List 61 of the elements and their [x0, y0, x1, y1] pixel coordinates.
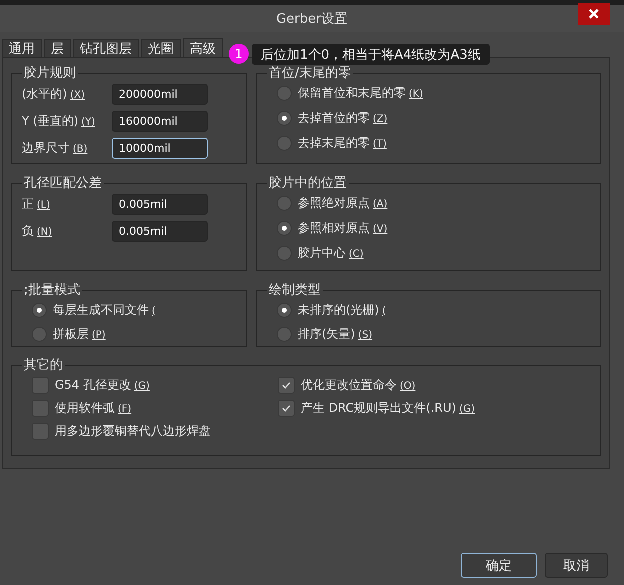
input-field[interactable]: 0.005mil: [112, 221, 208, 242]
checkbox[interactable]: [278, 400, 295, 417]
radio-button[interactable]: [277, 136, 292, 151]
field-label: Y (垂直的) (Y): [22, 113, 96, 130]
checkbox[interactable]: [32, 400, 49, 417]
field-label: 负 (N): [22, 223, 54, 240]
checkbox[interactable]: [32, 423, 49, 440]
radio-button[interactable]: [277, 327, 292, 342]
tab[interactable]: 层: [44, 39, 71, 57]
radio-button[interactable]: [277, 196, 292, 211]
option-label: 去掉首位的零 (Z): [298, 110, 388, 127]
option-label: 保留首位和末尾的零 (K): [298, 85, 424, 102]
option-label: 参照相对原点 (V): [298, 220, 388, 237]
window-title: Gerber设置: [276, 10, 348, 28]
radio-button[interactable]: [32, 327, 47, 342]
annotation-badge: 1: [229, 44, 249, 64]
close-button[interactable]: [578, 3, 610, 25]
group-title: 其它的: [23, 357, 64, 374]
cancel-button[interactable]: 取消: [545, 553, 608, 578]
input-field[interactable]: 160000mil: [112, 111, 208, 132]
group-title: 胶片中的位置: [268, 175, 348, 192]
field-label: 边界尺寸 (B): [22, 140, 89, 157]
radio-button[interactable]: [277, 111, 292, 126]
radio-button[interactable]: [277, 302, 292, 318]
checkbox-label: 产生 DRC规则导出文件(.RU) (G): [301, 400, 476, 417]
group-title: 孔径匹配公差: [23, 175, 103, 192]
checkbox-label: 优化更改位置命令 (O): [301, 377, 416, 394]
radio-button[interactable]: [277, 221, 292, 236]
radio-button[interactable]: [277, 246, 292, 261]
tab[interactable]: 高级: [183, 38, 223, 58]
input-field[interactable]: 200000mil: [112, 84, 208, 105]
ok-button[interactable]: 确定: [461, 553, 537, 578]
checkbox[interactable]: [32, 377, 49, 394]
group-title: 绘制类型: [268, 282, 322, 299]
group-title: 首位/末尾的零: [268, 65, 352, 82]
checkbox-label: 使用软件弧 (F): [55, 400, 132, 417]
radio-button[interactable]: [32, 302, 47, 318]
group-title: 胶片规则: [23, 65, 77, 82]
input-field[interactable]: 10000mil: [112, 138, 208, 159]
check-icon: [282, 382, 291, 389]
group-title: ;批量模式: [23, 282, 82, 299]
radio-button[interactable]: [277, 86, 292, 101]
tooltip-text: 后位加1个0，相当于将A4纸改为A3纸: [261, 46, 481, 64]
field-label: (水平的) (X): [22, 86, 86, 103]
tab[interactable]: 钻孔图层: [73, 39, 139, 57]
option-label: 去掉末尾的零 (T): [298, 135, 387, 152]
checkbox-label: 用多边形覆铜替代八边形焊盘: [55, 423, 211, 440]
checkbox-label: G54 孔径更改 (G): [55, 377, 150, 394]
option-label: 排序(矢量) (S): [298, 326, 373, 344]
field-label: 正 (L): [22, 196, 52, 213]
close-icon: [588, 8, 600, 20]
option-label: 未排序的(光栅) (: [298, 302, 386, 319]
input-field[interactable]: 0.005mil: [112, 194, 208, 215]
check-icon: [282, 405, 291, 412]
checkbox[interactable]: [278, 377, 295, 394]
tab[interactable]: 通用: [2, 39, 42, 57]
tab[interactable]: 光圈: [141, 39, 181, 57]
option-label: 胶片中心 (C): [298, 245, 364, 262]
option-label: 每层生成不同文件 (: [53, 302, 156, 319]
option-label: 参照绝对原点 (A): [298, 195, 388, 212]
option-label: 拼板层 (P): [53, 326, 106, 344]
